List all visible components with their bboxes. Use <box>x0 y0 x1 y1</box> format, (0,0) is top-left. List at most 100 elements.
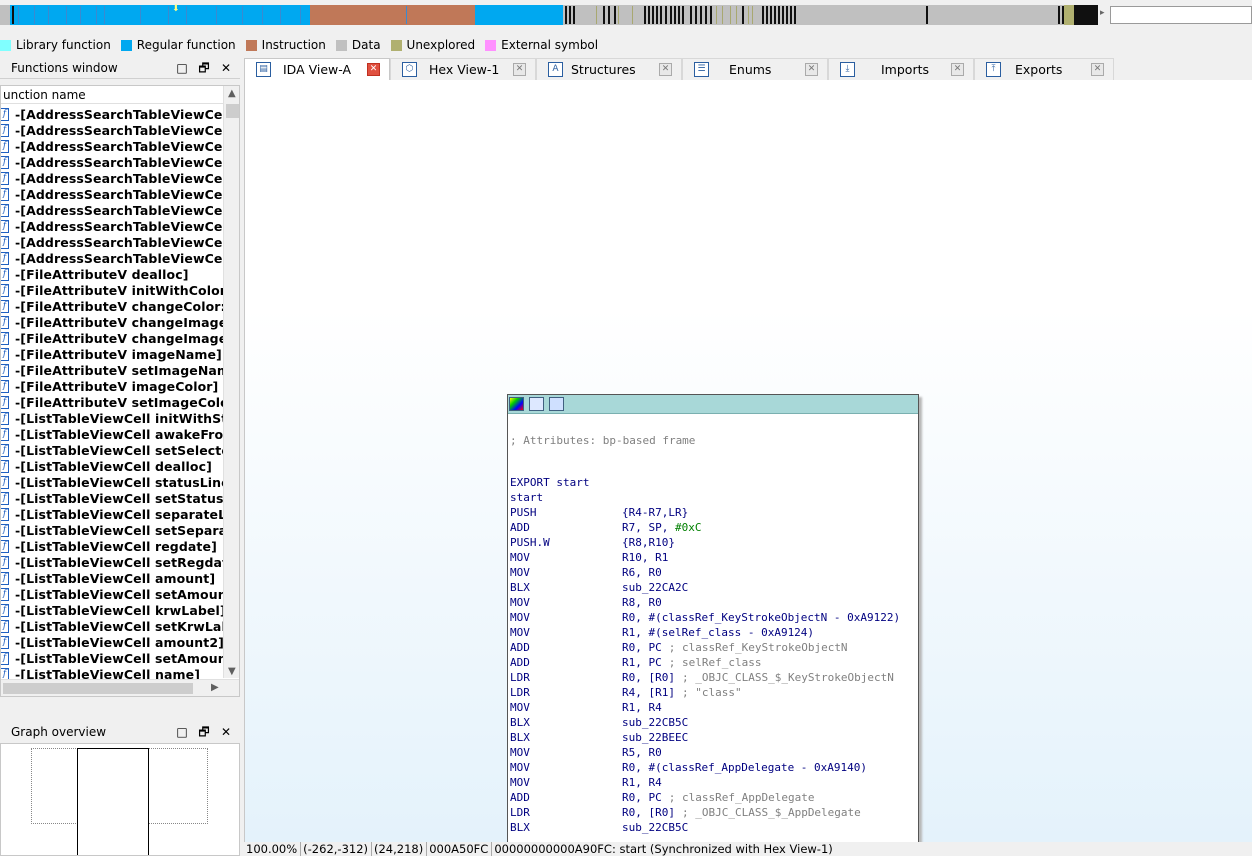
close-tab-icon[interactable]: ✕ <box>367 63 380 76</box>
function-list-item[interactable]: f -[ListTableViewCell krwLabel] <box>1 602 223 618</box>
asm-line[interactable]: MOV R5, R0 <box>510 745 918 760</box>
nav-band-right-arrow-icon[interactable]: ▸ <box>1100 8 1105 18</box>
scroll-thumb[interactable] <box>226 104 239 118</box>
asm-line[interactable]: LDR R0, [R0] ; _OBJC_CLASS_$_AppDelegate <box>510 805 918 820</box>
scroll-up-icon[interactable]: ▲ <box>228 88 236 99</box>
function-list-item[interactable]: f -[FileAttributeV initWithColor:im <box>1 282 223 298</box>
tab-label: Imports <box>881 62 929 77</box>
function-list-item[interactable]: f -[FileAttributeV setImageColor: <box>1 394 223 410</box>
asm-line[interactable]: PUSH.W {R8,R10} <box>510 535 918 550</box>
function-list-item[interactable]: f -[ListTableViewCell separateLi <box>1 506 223 522</box>
ida-view-graph[interactable]: ; Attributes: bp-based frame EXPORT star… <box>244 80 1252 844</box>
function-list-item[interactable]: f -[ListTableViewCell amount] <box>1 570 223 586</box>
close-tab-icon[interactable]: ✕ <box>1091 63 1104 76</box>
function-list-item[interactable]: f -[ListTableViewCell setSeparat <box>1 522 223 538</box>
function-list-item[interactable]: f -[FileAttributeV changeImage:w <box>1 330 223 346</box>
operands: R1, R4 <box>622 775 662 790</box>
segment-combo[interactable] <box>1110 6 1252 24</box>
function-list-item[interactable]: f -[ListTableViewCell setKrwLab <box>1 618 223 634</box>
function-list-item[interactable]: f -[FileAttributeV setImageName: <box>1 362 223 378</box>
scroll-down-icon[interactable]: ▼ <box>228 666 236 677</box>
function-label[interactable]: start <box>510 490 918 505</box>
function-list-item[interactable]: f -[AddressSearchTableViewCell <box>1 138 223 154</box>
function-list-item[interactable]: f -[ListTableViewCell setAmount <box>1 650 223 666</box>
functions-vertical-scrollbar[interactable]: ▲ ▼ <box>223 86 239 678</box>
function-list-item[interactable]: f -[ListTableViewCell regdate] <box>1 538 223 554</box>
function-list-item[interactable]: f -[ListTableViewCell awakeFron <box>1 426 223 442</box>
function-list-item[interactable]: f -[AddressSearchTableViewCell <box>1 122 223 138</box>
close-icon[interactable]: ✕ <box>218 724 234 740</box>
export-directive[interactable]: EXPORT start <box>510 475 918 490</box>
asm-line[interactable]: MOV R8, R0 <box>510 595 918 610</box>
tab-structures[interactable]: A Structures ✕ <box>536 58 682 80</box>
graph-overview-panel[interactable] <box>0 743 240 856</box>
asm-line[interactable]: MOV R0, #(classRef_AppDelegate - 0xA9140) <box>510 760 918 775</box>
asm-line[interactable]: MOV R10, R1 <box>510 550 918 565</box>
close-icon[interactable]: ✕ <box>218 60 234 76</box>
asm-line[interactable]: BLX sub_22CB5C <box>510 715 918 730</box>
graph-overview-viewport[interactable] <box>77 748 149 855</box>
asm-line[interactable]: MOV R0, #(classRef_KeyStrokeObjectN - 0xA… <box>510 610 918 625</box>
mnemonic: MOV <box>510 611 530 624</box>
scroll-right-icon[interactable]: ▶ <box>211 682 219 693</box>
asm-line[interactable]: MOV R1, R4 <box>510 775 918 790</box>
function-list-item[interactable]: f -[ListTableViewCell dealloc] <box>1 458 223 474</box>
tab-exports[interactable]: ⤒ Exports ✕ <box>974 58 1114 80</box>
asm-line[interactable]: ADD R7, SP, #0xC <box>510 520 918 535</box>
function-list-item[interactable]: f -[FileAttributeV dealloc] <box>1 266 223 282</box>
minimize-icon[interactable]: □ <box>174 60 190 76</box>
asm-line[interactable]: ADD R0, PC ; classRef_AppDelegate <box>510 790 918 805</box>
asm-line[interactable]: MOV R1, R4 <box>510 700 918 715</box>
function-list-item[interactable]: f -[AddressSearchTableViewCell <box>1 170 223 186</box>
hscroll-thumb[interactable] <box>3 683 193 694</box>
tab-enums[interactable]: ☰ Enums ✕ <box>682 58 828 80</box>
function-list-item[interactable]: f -[AddressSearchTableViewCell <box>1 106 223 122</box>
asm-line[interactable]: MOV R1, #(selRef_class - 0xA9124) <box>510 625 918 640</box>
function-name-column-header[interactable]: unction name <box>1 86 223 104</box>
function-list-item[interactable]: f -[AddressSearchTableViewCell <box>1 202 223 218</box>
close-tab-icon[interactable]: ✕ <box>513 63 526 76</box>
tab-hex-view-1[interactable]: ⬡ Hex View-1 ✕ <box>390 58 536 80</box>
function-list-item[interactable]: f -[ListTableViewCell setStatusL <box>1 490 223 506</box>
float-window-icon[interactable]: 🗗 <box>196 60 212 76</box>
function-list-item[interactable]: f -[AddressSearchTableViewCell <box>1 186 223 202</box>
function-list-item[interactable]: f -[FileAttributeV changeImage:] <box>1 314 223 330</box>
functions-horizontal-scrollbar[interactable]: ▶ <box>1 679 239 696</box>
navigation-band[interactable] <box>0 5 1098 25</box>
function-list-item[interactable]: f -[AddressSearchTableViewCell <box>1 154 223 170</box>
asm-line[interactable]: LDR R0, [R0] ; _OBJC_CLASS_$_KeyStrokeObje… <box>510 670 918 685</box>
function-list-item[interactable]: f -[ListTableViewCell initWithSty <box>1 410 223 426</box>
node-color-icon[interactable] <box>509 397 524 411</box>
minimize-icon[interactable]: □ <box>174 724 190 740</box>
asm-line[interactable]: BLX sub_22CB5C <box>510 820 918 835</box>
asm-line[interactable]: LDR R4, [R1] ; "class" <box>510 685 918 700</box>
close-tab-icon[interactable]: ✕ <box>805 63 818 76</box>
function-list-item[interactable]: f -[FileAttributeV changeColor:] <box>1 298 223 314</box>
close-tab-icon[interactable]: ✕ <box>951 63 964 76</box>
tab-imports[interactable]: ⤓ Imports ✕ <box>828 58 974 80</box>
function-list-item[interactable]: f -[ListTableViewCell amount2] <box>1 634 223 650</box>
asm-line[interactable]: BLX sub_22BEEC <box>510 730 918 745</box>
node-group-icon[interactable] <box>549 397 564 411</box>
tab-ida-view-a[interactable]: ▤ IDA View-A ✕ <box>244 58 390 81</box>
disassembly-listing[interactable]: ; Attributes: bp-based frame EXPORT star… <box>510 434 918 835</box>
function-list-item[interactable]: f -[ListTableViewCell setRegdate <box>1 554 223 570</box>
node-rename-icon[interactable] <box>529 397 544 411</box>
asm-line[interactable]: ADD R0, PC ; classRef_KeyStrokeObjectN <box>510 640 918 655</box>
asm-line[interactable]: MOV R6, R0 <box>510 565 918 580</box>
function-list-item[interactable]: f -[ListTableViewCell setAmount <box>1 586 223 602</box>
function-list-item[interactable]: f -[AddressSearchTableViewCell <box>1 250 223 266</box>
asm-line[interactable]: PUSH {R4-R7,LR} <box>510 505 918 520</box>
function-list-item[interactable]: f -[FileAttributeV imageName] <box>1 346 223 362</box>
close-tab-icon[interactable]: ✕ <box>659 63 672 76</box>
function-list-item[interactable]: f -[ListTableViewCell statusLine <box>1 474 223 490</box>
enums-icon: ☰ <box>694 62 709 77</box>
function-list-item[interactable]: f -[AddressSearchTableViewCell <box>1 234 223 250</box>
graph-node-start[interactable]: ; Attributes: bp-based frame EXPORT star… <box>507 394 919 844</box>
asm-line[interactable]: ADD R1, PC ; selRef_class <box>510 655 918 670</box>
float-window-icon[interactable]: 🗗 <box>196 724 212 740</box>
function-list-item[interactable]: f -[AddressSearchTableViewCell <box>1 218 223 234</box>
asm-line[interactable]: BLX sub_22CA2C <box>510 580 918 595</box>
function-list-item[interactable]: f -[FileAttributeV imageColor] <box>1 378 223 394</box>
function-list-item[interactable]: f -[ListTableViewCell setSelecte <box>1 442 223 458</box>
